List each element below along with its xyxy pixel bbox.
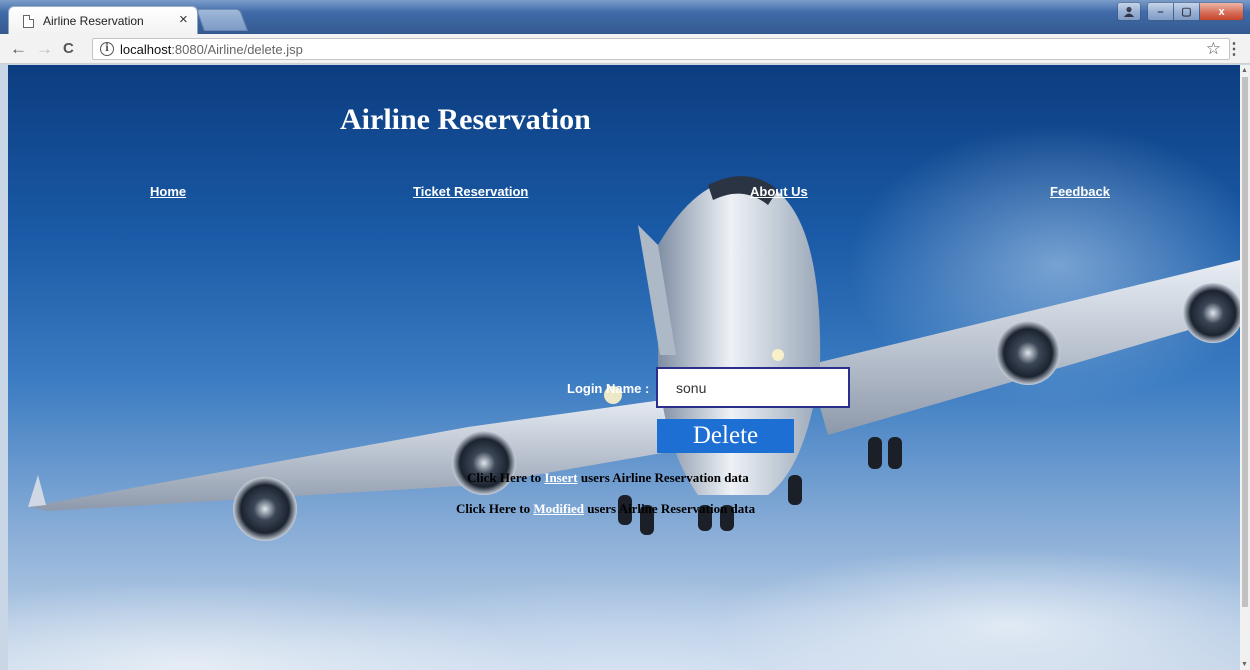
back-icon[interactable]: ← xyxy=(10,39,27,59)
minimize-button[interactable]: – xyxy=(1147,2,1174,21)
delete-button[interactable]: Delete xyxy=(657,419,794,453)
star-icon[interactable]: ☆ xyxy=(1206,39,1221,59)
url-text[interactable]: localhost:8080/Airline/delete.jsp xyxy=(120,42,303,57)
browser-tab-strip: Airline Reservation × – ▢ x xyxy=(0,0,1250,34)
reload-icon[interactable]: C xyxy=(63,39,74,59)
user-icon[interactable] xyxy=(1117,2,1141,21)
login-name-label: Login Name : xyxy=(567,381,650,396)
tab-title: Airline Reservation xyxy=(43,14,144,28)
page-icon xyxy=(23,15,34,28)
nav-about-us-link[interactable]: About Us xyxy=(750,184,808,199)
insert-link-line: Click Here to Insert users Airline Reser… xyxy=(467,470,749,485)
scroll-down-icon[interactable]: ▼ xyxy=(1241,661,1248,668)
vertical-scrollbar[interactable]: ▲ ▼ xyxy=(1240,65,1250,670)
nav-feedback-link[interactable]: Feedback xyxy=(1050,184,1110,199)
scroll-up-icon[interactable]: ▲ xyxy=(1241,67,1248,74)
address-bar[interactable]: i localhost:8080/Airline/delete.jsp ☆ xyxy=(92,38,1230,60)
insert-link[interactable]: Insert xyxy=(544,470,577,485)
browser-toolbar: ← → C i localhost:8080/Airline/delete.js… xyxy=(0,34,1250,64)
login-name-input[interactable] xyxy=(656,367,850,408)
forward-icon[interactable]: → xyxy=(36,39,53,59)
nav-ticket-reservation-link[interactable]: Ticket Reservation xyxy=(413,184,528,199)
page-viewport: Airline Reservation Home Ticket Reservat… xyxy=(8,65,1240,670)
close-window-button[interactable]: x xyxy=(1200,2,1244,21)
scroll-thumb[interactable] xyxy=(1242,77,1248,607)
page-title: Airline Reservation xyxy=(340,103,591,136)
modified-link-line: Click Here to Modified users Airline Res… xyxy=(456,501,756,516)
airplane-background-image xyxy=(28,176,1240,541)
maximize-button[interactable]: ▢ xyxy=(1174,2,1200,21)
tab-close-icon[interactable]: × xyxy=(179,11,188,28)
window-controls: – ▢ x xyxy=(1117,2,1244,21)
info-icon[interactable]: i xyxy=(100,42,114,56)
new-tab-button[interactable] xyxy=(195,9,249,31)
modified-link[interactable]: Modified xyxy=(533,501,584,516)
menu-icon[interactable]: ⋮ xyxy=(1226,39,1242,59)
nav-home-link[interactable]: Home xyxy=(150,184,186,199)
browser-tab[interactable]: Airline Reservation × xyxy=(8,6,198,34)
